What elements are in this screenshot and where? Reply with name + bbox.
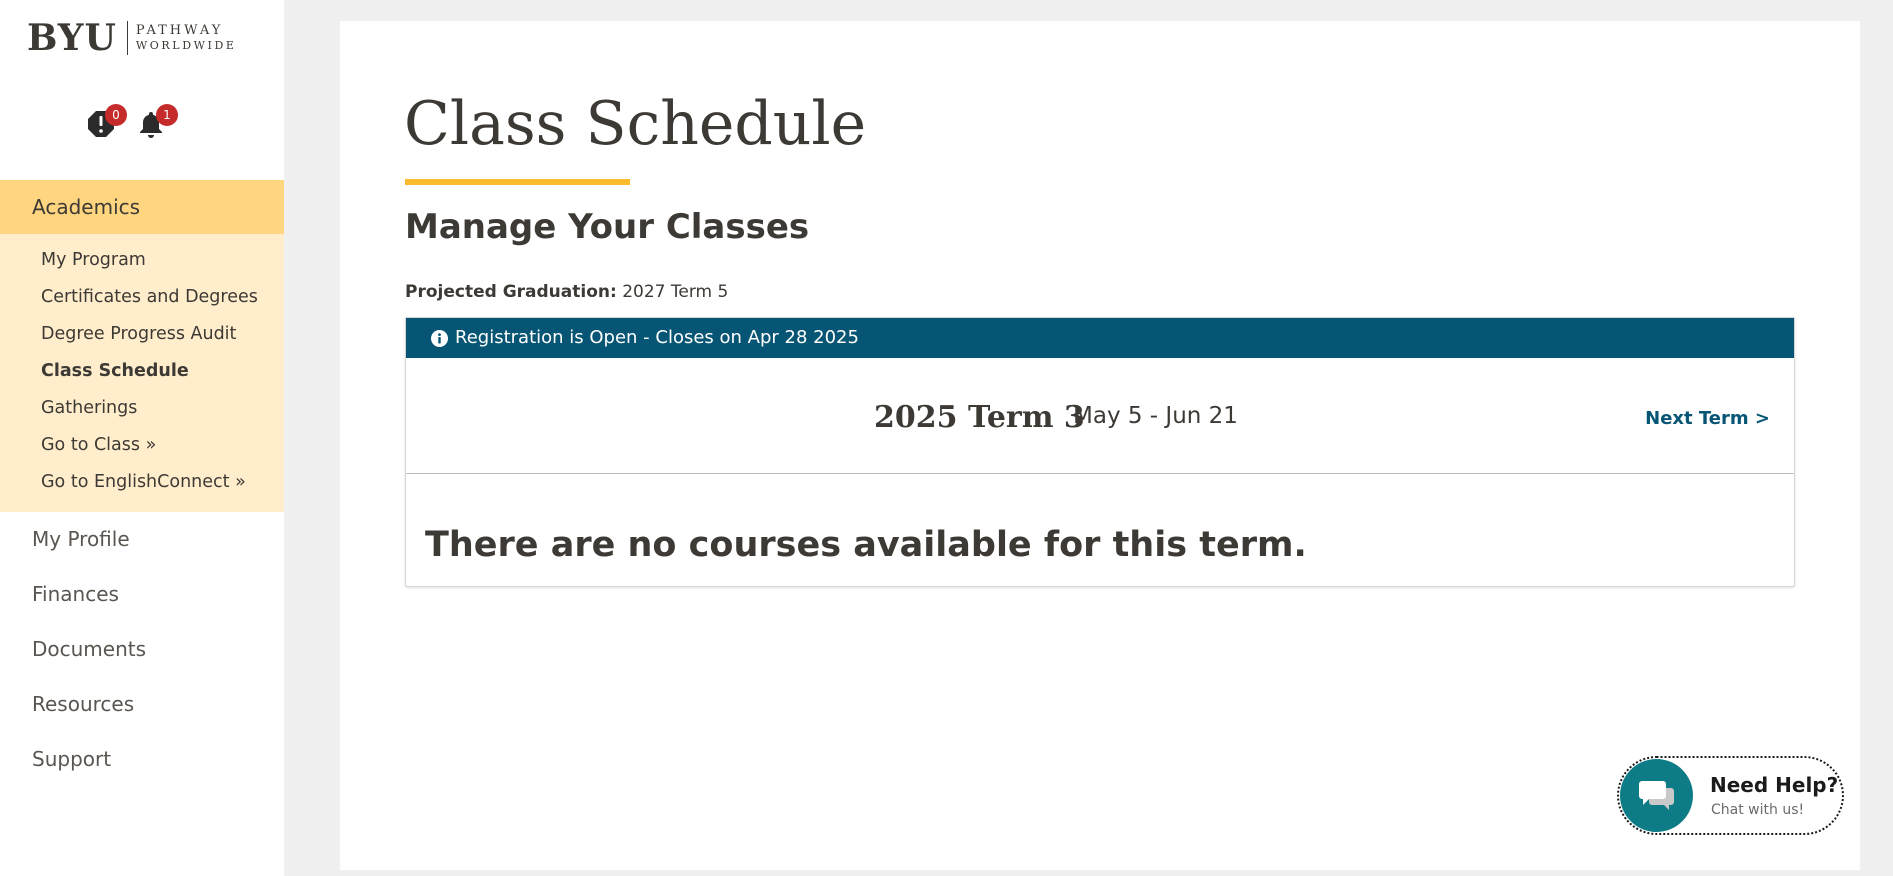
byu-pathway-logo[interactable]: BYU PATHWAY WORLDWIDE [27,20,237,56]
registration-banner: Registration is Open - Closes on Apr 28 … [406,318,1794,358]
registration-status-text: Registration is Open - Closes on Apr 28 … [455,327,859,348]
sidebar: BYU PATHWAY WORLDWIDE 0 1 Academics My P… [0,0,284,876]
page-title: Class Schedule [404,89,867,159]
logo-wordmark: PATHWAY WORLDWIDE [136,23,237,53]
subnav-item-gatherings[interactable]: Gatherings [0,390,284,427]
chat-help-widget[interactable]: Need Help? Chat with us! [1617,756,1844,835]
chat-icon-circle [1620,759,1693,832]
academics-subnav: My Program Certificates and Degrees Degr… [0,234,284,512]
sidebar-item-resources[interactable]: Resources [0,677,284,732]
logo-pathway-text: PATHWAY [135,23,224,38]
subnav-item-certificates-degrees[interactable]: Certificates and Degrees [0,279,284,316]
subnav-item-go-to-class[interactable]: Go to Class » [0,427,284,464]
chat-subtitle: Chat with us! [1711,802,1805,818]
chat-bubbles-icon [1638,780,1674,810]
section-subtitle: Manage Your Classes [405,207,810,247]
sidebar-item-my-profile[interactable]: My Profile [0,512,284,567]
alerts-count-badge: 0 [105,104,127,126]
subnav-item-degree-progress-audit[interactable]: Degree Progress Audit [0,316,284,353]
sidebar-item-support[interactable]: Support [0,732,284,787]
alerts-button[interactable]: 0 [87,104,127,140]
logo-byu-text: BYU [27,17,117,59]
term-dates: May 5 - Jun 21 [1073,403,1238,429]
subnav-item-my-program[interactable]: My Program [0,242,284,279]
sidebar-item-documents[interactable]: Documents [0,622,284,677]
projected-graduation-value: 2027 Term 5 [622,282,729,302]
term-name: 2025 Term 3 [874,400,1085,435]
notifications-count-badge: 1 [156,104,178,126]
subnav-item-go-to-englishconnect[interactable]: Go to EnglishConnect » [0,464,284,501]
logo-divider [126,21,128,55]
sidebar-item-academics[interactable]: Academics [0,180,284,234]
info-circle-icon [431,329,448,347]
chat-title: Need Help? [1710,773,1839,797]
projected-graduation: Projected Graduation: 2027 Term 5 [405,282,728,302]
projected-graduation-label: Projected Graduation: [405,282,617,302]
main-content-card: Class Schedule Manage Your Classes Proje… [340,21,1860,870]
empty-courses-message: There are no courses available for this … [425,525,1307,565]
next-term-link[interactable]: Next Term > [1645,408,1770,429]
main-nav: My Profile Finances Documents Resources … [0,512,284,787]
term-schedule-panel: Registration is Open - Closes on Apr 28 … [405,317,1795,587]
title-underline [405,179,630,185]
term-header: 2025 Term 3 May 5 - Jun 21 Next Term > [406,358,1794,474]
subnav-item-class-schedule[interactable]: Class Schedule [0,353,284,390]
sidebar-item-finances[interactable]: Finances [0,567,284,622]
logo-worldwide-text: WORLDWIDE [135,39,237,52]
notifications-button[interactable]: 1 [138,104,178,140]
